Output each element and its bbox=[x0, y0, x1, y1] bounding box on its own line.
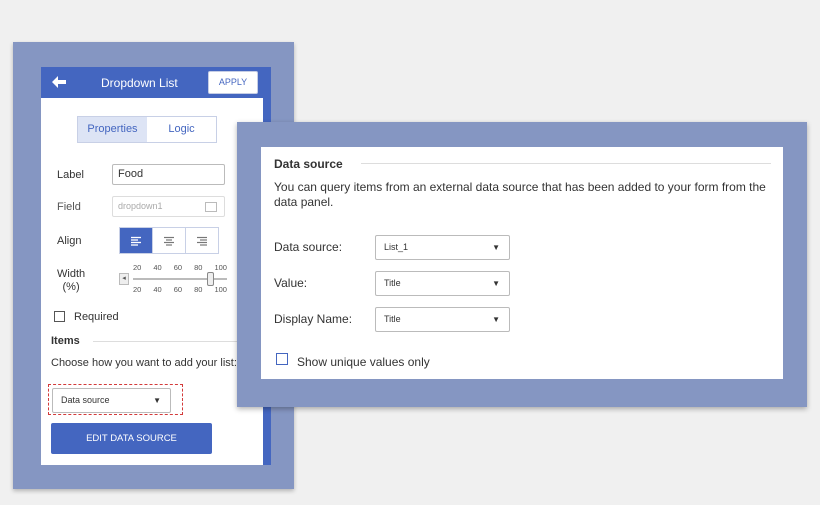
data-source-row-label: Data source: bbox=[274, 240, 343, 254]
label-field-label: Label bbox=[57, 169, 84, 181]
align-right-icon bbox=[197, 236, 207, 246]
tab-logic[interactable]: Logic bbox=[147, 117, 216, 142]
tick-label: 40 bbox=[153, 263, 162, 272]
display-name-select[interactable]: Title ▼ bbox=[375, 307, 510, 332]
tick-label: 40 bbox=[153, 285, 162, 294]
data-source-description: You can query items from an external dat… bbox=[274, 180, 766, 209]
edit-data-source-button[interactable]: EDIT DATA SOURCE bbox=[51, 423, 212, 454]
required-checkbox[interactable] bbox=[54, 311, 65, 322]
align-center-icon bbox=[164, 236, 174, 246]
caret-down-icon: ▼ bbox=[492, 315, 500, 324]
required-label: Required bbox=[74, 311, 119, 323]
caret-down-icon: ▼ bbox=[492, 243, 500, 252]
value-row-label: Value: bbox=[274, 276, 308, 290]
align-right-button[interactable] bbox=[186, 228, 218, 253]
tick-label: 20 bbox=[133, 285, 142, 294]
field-name-input[interactable]: dropdown1 bbox=[112, 196, 225, 217]
calendar-icon bbox=[205, 202, 217, 212]
value-select-value: Title bbox=[384, 278, 401, 288]
tick-label: 100 bbox=[214, 285, 227, 294]
label-input[interactable]: Food bbox=[112, 164, 225, 185]
panel-tabs: Properties Logic bbox=[77, 116, 217, 143]
align-button-group bbox=[119, 227, 219, 254]
data-source-select-value: List_1 bbox=[384, 242, 409, 252]
align-left-icon bbox=[131, 236, 141, 246]
slider-ticks-bottom: 20 40 60 80 100 bbox=[133, 285, 227, 294]
tab-properties[interactable]: Properties bbox=[78, 117, 147, 142]
items-source-select[interactable]: Data source ▼ bbox=[52, 388, 171, 413]
align-field-label: Align bbox=[57, 235, 82, 247]
display-name-row-label: Display Name: bbox=[274, 312, 353, 326]
items-prompt: Choose how you want to add your list: bbox=[51, 357, 237, 369]
slider-thumb[interactable] bbox=[207, 272, 214, 286]
panel-header: Dropdown List APPLY bbox=[41, 67, 271, 98]
data-source-heading: Data source bbox=[274, 157, 343, 171]
caret-down-icon: ▼ bbox=[492, 279, 500, 288]
tick-label: 80 bbox=[194, 285, 203, 294]
data-source-panel-frame: Data source You can query items from an … bbox=[237, 122, 807, 407]
data-source-divider bbox=[361, 163, 771, 164]
tick-label: 60 bbox=[173, 263, 183, 272]
width-slider[interactable]: ◂ 20 40 60 80 100 20 40 60 80 100 bbox=[117, 263, 227, 297]
slider-left-arrow-icon[interactable]: ◂ bbox=[119, 273, 129, 285]
display-name-select-value: Title bbox=[384, 314, 401, 324]
tick-label: 100 bbox=[214, 263, 227, 272]
slider-ticks-top: 20 40 60 80 100 bbox=[133, 263, 227, 272]
tick-label: 20 bbox=[133, 263, 142, 272]
data-source-select[interactable]: List_1 ▼ bbox=[375, 235, 510, 260]
field-field-label: Field bbox=[57, 201, 81, 213]
data-source-panel: Data source You can query items from an … bbox=[261, 147, 783, 379]
tick-label: 60 bbox=[173, 285, 183, 294]
caret-down-icon: ▼ bbox=[153, 396, 161, 405]
width-field-label: Width (%) bbox=[57, 268, 86, 293]
show-unique-checkbox[interactable] bbox=[276, 353, 288, 365]
show-unique-label: Show unique values only bbox=[297, 355, 430, 369]
align-center-button[interactable] bbox=[153, 228, 186, 253]
field-name-placeholder: dropdown1 bbox=[118, 201, 163, 211]
items-heading: Items bbox=[51, 335, 80, 347]
align-left-button[interactable] bbox=[120, 228, 153, 253]
value-select[interactable]: Title ▼ bbox=[375, 271, 510, 296]
panel-title: Dropdown List bbox=[101, 76, 178, 90]
apply-button[interactable]: APPLY bbox=[208, 71, 258, 94]
tick-label: 80 bbox=[194, 263, 203, 272]
back-arrow-icon[interactable] bbox=[51, 75, 67, 89]
items-source-value: Data source bbox=[61, 395, 110, 405]
